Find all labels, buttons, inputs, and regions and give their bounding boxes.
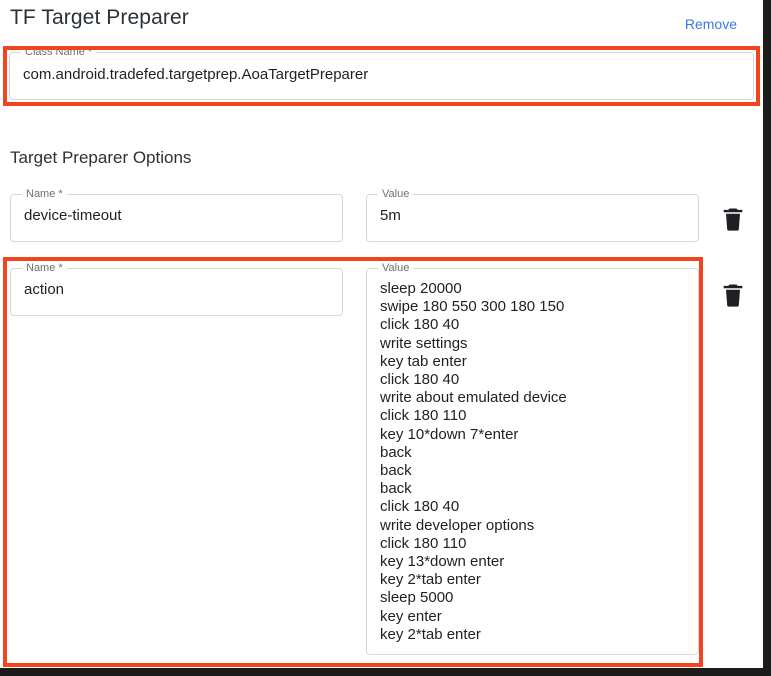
option-value-value-1: 5m	[380, 207, 401, 224]
option-name-value-1: device-timeout	[24, 207, 122, 224]
option-value-value-2: sleep 20000 swipe 180 550 300 180 150 cl…	[380, 280, 567, 643]
class-name-value: com.android.tradefed.targetprep.AoaTarge…	[23, 66, 369, 83]
trash-icon	[719, 281, 747, 309]
option-value-field-2[interactable]: Value sleep 20000 swipe 180 550 300 180 …	[366, 262, 699, 655]
panel-header: TF Target Preparer Remove	[10, 6, 755, 40]
delete-option-button-1[interactable]	[719, 205, 747, 233]
option-name-value-2: action	[24, 281, 65, 298]
page-title: TF Target Preparer	[10, 6, 189, 29]
option-value-label-1: Value	[378, 188, 414, 200]
remove-link[interactable]: Remove	[685, 16, 737, 32]
options-section-title: Target Preparer Options	[10, 148, 192, 167]
target-preparer-panel: TF Target Preparer Remove Class Name * c…	[0, 0, 771, 676]
class-name-field[interactable]: Class Name * com.android.tradefed.target…	[9, 46, 754, 100]
delete-option-button-2[interactable]	[719, 281, 747, 309]
class-name-label: Class Name *	[21, 46, 97, 58]
option-value-label-2: Value	[378, 262, 414, 274]
trash-icon	[719, 205, 747, 233]
option-name-field-1[interactable]: Name * device-timeout	[10, 188, 343, 242]
option-name-field-2[interactable]: Name * action	[10, 262, 343, 316]
option-name-label-2: Name *	[22, 262, 67, 274]
option-name-label-1: Name *	[22, 188, 67, 200]
option-value-field-1[interactable]: Value 5m	[366, 188, 699, 242]
